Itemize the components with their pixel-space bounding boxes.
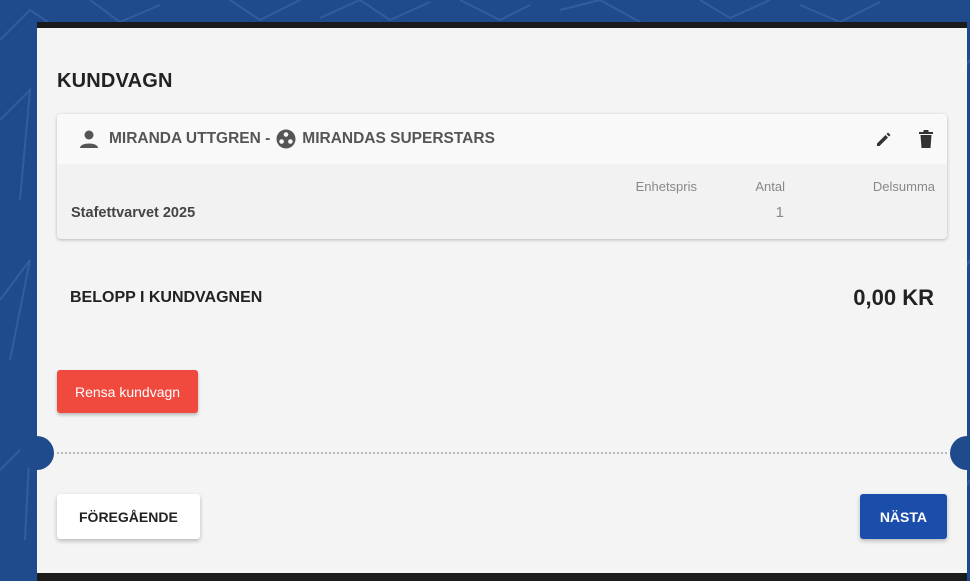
participant-info: MIRANDA UTTGREN - MIRANDAS SUPERSTARS: [79, 129, 495, 149]
column-quantity: Antal: [755, 179, 785, 194]
cart-item-header: MIRANDA UTTGREN - MIRANDAS SUPERSTARS: [57, 114, 947, 164]
trash-icon[interactable]: [919, 130, 933, 148]
ticket-notch-right: [950, 436, 970, 470]
previous-button[interactable]: FÖREGÅENDE: [57, 494, 200, 539]
column-subtotal: Delsumma: [872, 179, 935, 194]
item-quantity: 1: [775, 204, 784, 221]
next-button[interactable]: NÄSTA: [859, 494, 947, 539]
team-name: MIRANDAS SUPERSTARS: [302, 130, 495, 147]
item-name: Stafettvarvet 2025: [71, 205, 196, 221]
person-icon: [79, 130, 99, 148]
clear-cart-button[interactable]: Rensa kundvagn: [57, 370, 199, 413]
pencil-icon[interactable]: [875, 130, 893, 148]
item-actions: [875, 130, 933, 148]
cart-panel: KUNDVAGN MIRANDA UTTGREN - MIRANDAS SUPE…: [20, 22, 970, 581]
column-unit-price: Enhetspris: [635, 179, 697, 194]
cart-item-body: Enhetspris Antal Delsumma Stafettvarvet …: [57, 164, 947, 239]
divider: [57, 452, 947, 454]
total-amount: 0,00 KR: [853, 285, 934, 310]
page-title: KUNDVAGN: [57, 70, 173, 92]
participant-name: MIRANDA UTTGREN -: [109, 130, 271, 147]
total-label: BELOPP I KUNDVAGNEN: [70, 289, 263, 306]
cart-item-card: MIRANDA UTTGREN - MIRANDAS SUPERSTARS En…: [57, 114, 947, 239]
team-icon: [276, 129, 296, 149]
ticket-notch-left: [20, 436, 54, 470]
